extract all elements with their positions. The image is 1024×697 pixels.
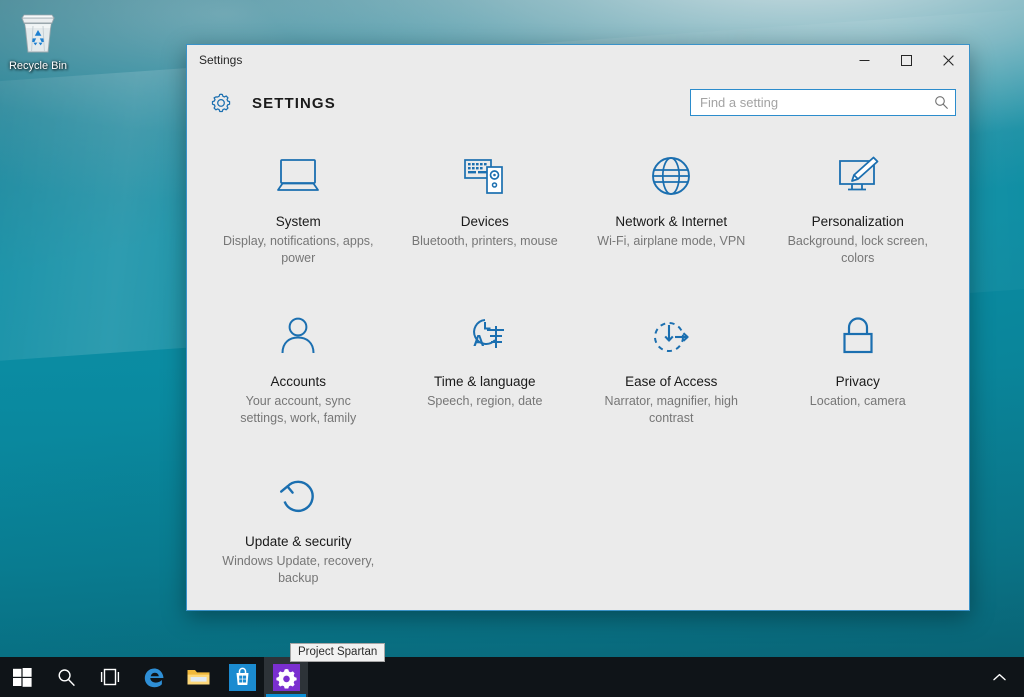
gear-icon xyxy=(211,93,231,113)
search-input[interactable] xyxy=(691,90,927,115)
maximize-button[interactable] xyxy=(885,45,927,75)
search-icon xyxy=(57,668,75,686)
tile-description: Location, camera xyxy=(809,394,906,408)
tile-description: Bluetooth, printers, mouse xyxy=(411,234,558,248)
store-button[interactable] xyxy=(220,657,264,697)
keyboard-and-tower-icon xyxy=(457,149,513,205)
window-controls xyxy=(843,45,969,75)
edge-button[interactable] xyxy=(132,657,176,697)
tile-description: Wi-Fi, airplane mode, VPN xyxy=(597,234,746,248)
tile-description: Speech, region, date xyxy=(427,394,543,408)
padlock-icon xyxy=(830,309,886,365)
tile-title: Update & security xyxy=(244,534,352,549)
minimize-button[interactable] xyxy=(843,45,885,75)
tooltip-text: Project Spartan xyxy=(298,646,378,658)
settings-tile-network-internet[interactable]: Network & Internet Wi-Fi, airplane mode,… xyxy=(578,141,765,267)
settings-tiles-grid: System Display, notifications, apps, pow… xyxy=(187,131,969,587)
settings-header: SETTINGS xyxy=(187,75,969,131)
search-button[interactable] xyxy=(927,90,955,115)
settings-tile-accounts[interactable]: Accounts Your account, sync settings, wo… xyxy=(205,301,392,427)
folder-icon xyxy=(187,670,209,685)
file-explorer-button[interactable] xyxy=(176,657,220,697)
ease-of-access-clock-arrow-icon xyxy=(643,309,699,365)
tile-title: Network & Internet xyxy=(615,214,728,229)
globe-icon xyxy=(643,149,699,205)
tile-title: Time & language xyxy=(433,374,536,389)
tile-title: Devices xyxy=(460,214,509,229)
system-tray[interactable] xyxy=(982,657,1024,697)
settings-tile-privacy[interactable]: Privacy Location, camera xyxy=(765,301,952,427)
taskbar-tooltip: Project Spartan xyxy=(290,643,386,662)
page-title: SETTINGS xyxy=(252,94,336,112)
tile-title: Accounts xyxy=(270,374,327,389)
settings-tile-devices[interactable]: Devices Bluetooth, printers, mouse xyxy=(392,141,579,267)
close-button[interactable] xyxy=(927,45,969,75)
recycle-bin-icon xyxy=(21,14,55,53)
tile-description: Windows Update, recovery, backup xyxy=(222,554,375,585)
svg-text:A: A xyxy=(473,333,485,350)
start-button[interactable] xyxy=(0,657,44,697)
settings-tile-personalization[interactable]: Personalization Background, lock screen,… xyxy=(765,141,952,267)
tile-description: Narrator, magnifier, high contrast xyxy=(604,394,738,425)
chevron-up-icon xyxy=(992,673,1006,680)
person-icon xyxy=(270,309,326,365)
window-title: Settings xyxy=(199,53,243,67)
task-view-button[interactable] xyxy=(88,657,132,697)
settings-tile-time-language[interactable]: A Time & language Speech, region, date xyxy=(392,301,579,427)
laptop-icon xyxy=(270,149,326,205)
recycle-bin-label: Recycle Bin xyxy=(8,60,68,72)
search-button[interactable] xyxy=(44,657,88,697)
settings-window[interactable]: Settings SETTINGS Find a setting System … xyxy=(186,44,970,611)
gear-icon xyxy=(272,663,300,691)
settings-taskbar-button[interactable] xyxy=(264,657,308,697)
windows-logo-icon xyxy=(12,667,32,687)
tile-description: Your account, sync settings, work, famil… xyxy=(240,394,357,425)
maximize-icon xyxy=(900,54,912,66)
close-icon xyxy=(942,54,954,66)
show-hidden-icons-button[interactable] xyxy=(982,657,1016,697)
tile-title: Ease of Access xyxy=(625,374,718,389)
clock-language-icon: A xyxy=(457,309,513,365)
search-box[interactable] xyxy=(690,89,956,116)
tile-title: Personalization xyxy=(811,214,904,229)
settings-tile-ease-of-access[interactable]: Ease of Access Narrator, magnifier, high… xyxy=(578,301,765,427)
store-bag-icon xyxy=(228,663,256,691)
tile-description: Background, lock screen, colors xyxy=(787,234,928,265)
window-title-bar[interactable]: Settings xyxy=(187,45,969,75)
search-icon xyxy=(934,96,948,109)
minimize-icon xyxy=(859,59,869,61)
settings-tile-system[interactable]: System Display, notifications, apps, pow… xyxy=(205,141,392,267)
monitor-paintbrush-icon xyxy=(830,149,886,205)
task-view-icon xyxy=(100,668,120,686)
edge-icon xyxy=(144,668,163,687)
refresh-circle-icon xyxy=(270,469,326,525)
tile-title: Privacy xyxy=(835,374,880,389)
desktop[interactable]: Recycle Bin Settings SETTINGS Find a set… xyxy=(0,0,1024,697)
tile-title: System xyxy=(275,214,321,229)
tile-description: Display, notifications, apps, power xyxy=(222,234,374,265)
taskbar[interactable] xyxy=(0,657,1024,697)
desktop-icon-recycle-bin[interactable]: Recycle Bin xyxy=(6,8,70,74)
settings-tile-update-security[interactable]: Update & security Windows Update, recove… xyxy=(205,461,392,587)
